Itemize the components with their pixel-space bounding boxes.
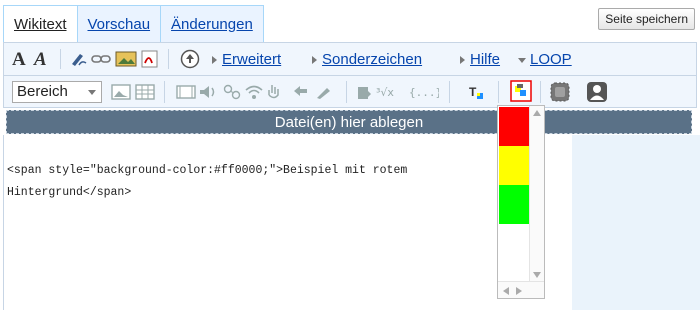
separator [346, 81, 347, 103]
save-page-button[interactable]: Seite speichern [598, 8, 695, 30]
pen-icon[interactable] [314, 83, 334, 101]
triangle-down-icon [518, 58, 526, 63]
scroll-left-icon[interactable] [503, 287, 509, 295]
scroll-right-icon[interactable] [516, 287, 522, 295]
color-swatch-red[interactable] [499, 107, 530, 146]
editor-line-2: Hintergrund</span> [7, 186, 132, 199]
dropzone-label: Datei(en) hier ablegen [274, 113, 424, 131]
dropdown-scrollbar[interactable] [529, 106, 544, 282]
separator [498, 81, 499, 103]
editor-content: <span style="background-color:#ff0000;">… [7, 160, 407, 204]
image-icon[interactable] [115, 50, 137, 68]
tab-aenderungen[interactable]: Änderungen [161, 5, 264, 42]
triangle-right-icon [312, 56, 317, 64]
file-dropzone[interactable]: Datei(en) hier ablegen [6, 110, 692, 134]
separator [60, 49, 61, 69]
box-icon[interactable] [549, 81, 571, 103]
wikitext-editor[interactable]: <span style="background-color:#ff0000;">… [3, 135, 573, 310]
background-color-icon[interactable] [510, 80, 532, 102]
wifi-icon[interactable] [244, 83, 264, 101]
italic-button[interactable]: A [34, 49, 47, 71]
audio-icon[interactable] [198, 83, 218, 101]
print-icon[interactable] [356, 83, 372, 101]
toolbar-row-main: A A Erweitert Sonderzeichen Hilfe LOOP [4, 43, 696, 75]
tab-wikitext[interactable]: Wikitext [3, 5, 78, 43]
separator [168, 49, 169, 69]
color-swatch-yellow[interactable] [499, 146, 530, 185]
separator [164, 81, 165, 103]
svg-text:³√x: ³√x [376, 86, 394, 99]
color-swatch-white[interactable] [499, 224, 530, 263]
scroll-down-icon[interactable] [533, 272, 541, 278]
menu-sonderzeichen[interactable]: Sonderzeichen [322, 51, 422, 68]
menu-hilfe[interactable]: Hilfe [470, 51, 500, 68]
task-icon[interactable] [266, 83, 282, 101]
video-icon[interactable] [176, 83, 196, 101]
link-icon[interactable] [90, 50, 112, 68]
scroll-up-icon[interactable] [533, 110, 541, 116]
toolbar-row-loop: Bereich ³√x {...} T [4, 75, 696, 109]
editor-toolbar: A A Erweitert Sonderzeichen Hilfe LOOP B… [3, 42, 697, 108]
editor-line-1: <span style="background-color:#ff0000;">… [7, 164, 408, 177]
code-icon[interactable]: {...} [409, 83, 439, 101]
separator [449, 81, 450, 103]
side-panel [572, 135, 700, 310]
triangle-right-icon [212, 56, 217, 64]
text-color-icon[interactable]: T [468, 83, 484, 101]
chevron-down-icon [88, 90, 96, 95]
user-icon[interactable] [586, 81, 608, 103]
background-color-dropdown [497, 105, 545, 299]
formula-icon[interactable] [222, 83, 242, 101]
separator [540, 81, 541, 103]
table-icon[interactable] [135, 83, 155, 101]
section-select[interactable]: Bereich [12, 81, 102, 103]
bold-button[interactable]: A [12, 49, 26, 71]
menu-erweitert[interactable]: Erweitert [222, 51, 281, 68]
math-icon[interactable]: ³√x [376, 83, 408, 101]
editor-tabs: Wikitext Vorschau Änderungen [3, 5, 264, 43]
upload-icon[interactable] [180, 49, 200, 69]
svg-text:{...}: {...} [409, 86, 439, 99]
menu-loop[interactable]: LOOP [530, 51, 572, 68]
interaction-icon[interactable] [290, 83, 310, 101]
color-swatch-green[interactable] [499, 185, 530, 224]
section-select-label: Bereich [17, 83, 68, 100]
svg-text:T: T [469, 85, 477, 99]
dropdown-hscrollbar[interactable] [498, 281, 544, 298]
pdf-icon[interactable] [140, 50, 160, 68]
picture-icon[interactable] [111, 83, 131, 101]
signature-icon[interactable] [70, 50, 88, 68]
triangle-right-icon [460, 56, 465, 64]
tab-vorschau[interactable]: Vorschau [77, 5, 162, 42]
